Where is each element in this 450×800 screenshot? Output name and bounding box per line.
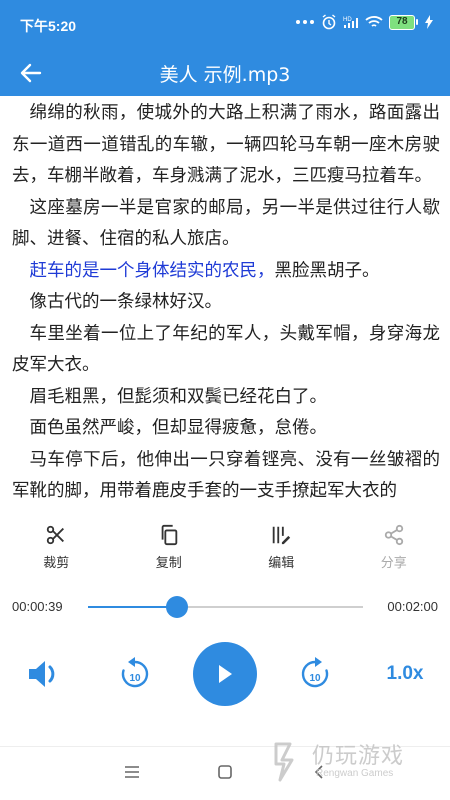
paragraph-3: 像古代的一条绿林好汉。 (29, 292, 223, 312)
home-nav-icon[interactable] (218, 765, 232, 779)
paragraph-2: 这座墓房一半是官家的邮局，另一半是供过往行人歇脚、进餐、住宿的私人旅店。 (12, 197, 440, 250)
action-toolbar: 裁剪 复制 编辑 分享 (0, 518, 450, 580)
forward-seconds: 10 (309, 673, 321, 684)
share-button[interactable]: 分享 (338, 518, 450, 580)
cut-button[interactable]: 裁剪 (0, 518, 113, 580)
volume-button[interactable] (26, 658, 62, 690)
edit-button[interactable]: 编辑 (225, 518, 338, 580)
svg-text:HD: HD (343, 17, 352, 23)
current-sentence: 赶车的是一个身体结实的农民， (29, 260, 275, 281)
watermark-subtext: Rengwan Games (316, 768, 394, 779)
copy-button[interactable]: 复制 (113, 518, 226, 580)
paragraph-1: 绵绵的秋雨，使城外的大路上积满了雨水，路面露出东一道西一道错乱的车辙，一辆四轮马… (12, 103, 440, 186)
progress-row: 00:00:39 00:02:00 (0, 592, 450, 622)
play-button[interactable] (193, 642, 257, 706)
seek-bar-fill (88, 606, 178, 608)
menu-nav-icon[interactable] (124, 765, 140, 779)
status-icons: HD 78 (295, 14, 434, 30)
total-time: 00:02:00 (387, 599, 438, 614)
copy-icon (161, 524, 177, 546)
volume-icon (29, 661, 55, 687)
wifi-icon (365, 16, 383, 27)
charging-icon (425, 15, 433, 29)
watermark-text: 仍玩游戏 (312, 744, 405, 769)
battery-level: 78 (389, 14, 415, 30)
player-controls: 10 10 1.0x (0, 640, 450, 708)
paragraph-current: 赶车的是一个身体结实的农民，黑脸黑胡子。 (12, 256, 440, 288)
paragraph-6: 面色虽然严峻，但却显得疲惫，怠倦。 (29, 418, 328, 438)
battery-icon: 78 (389, 14, 418, 30)
edit-label: 编辑 (268, 556, 295, 571)
watermark-logo-icon (274, 742, 294, 782)
share-icon (384, 524, 403, 546)
app-bar: 美人 示例.mp3 (0, 48, 450, 96)
alarm-icon (322, 14, 336, 30)
paragraph-7: 马车停下后，他伸出一只穿着铿亮、没有一丝皱褶的军靴的脚，用带着鹿皮手套的一支手撩… (12, 449, 440, 502)
play-icon (219, 665, 232, 683)
page-title: 美人 示例.mp3 (159, 64, 291, 86)
forward-10-button[interactable]: 10 (298, 656, 332, 690)
dots-icon (296, 20, 314, 24)
status-bar: 下午5:20 HD 78 (0, 0, 450, 48)
forward-icon: 10 (301, 657, 329, 688)
header: 下午5:20 HD 78 美人 示例.mp3 (0, 0, 450, 96)
speed-button[interactable]: 1.0x (380, 658, 430, 690)
status-time: 下午5:20 (20, 18, 77, 34)
scissors-icon (47, 525, 65, 545)
share-label: 分享 (380, 556, 407, 571)
copy-label: 复制 (155, 556, 182, 571)
rewind-10-button[interactable]: 10 (118, 656, 152, 690)
seek-bar-thumb[interactable] (166, 596, 189, 618)
current-sentence-rest: 黑脸黑胡子。 (274, 260, 380, 281)
rewind-seconds: 10 (129, 673, 141, 684)
current-time: 00:00:39 (12, 599, 63, 614)
paragraph-4: 车里坐着一位上了年纪的军人，头戴军帽，身穿海龙皮军大衣。 (12, 323, 440, 376)
rewind-icon: 10 (121, 657, 149, 688)
edit-icon (273, 526, 291, 545)
watermark: 仍玩游戏 Rengwan Games (272, 736, 432, 788)
seek-bar[interactable] (88, 596, 363, 618)
paragraph-5: 眉毛粗黑，但髭须和双鬓已经花白了。 (29, 386, 328, 407)
transcript-text[interactable]: 绵绵的秋雨，使城外的大路上积满了雨水，路面露出东一道西一道错乱的车辙，一辆四轮马… (12, 98, 440, 510)
hd-signal-icon: HD (343, 17, 358, 28)
cut-label: 裁剪 (43, 556, 70, 571)
